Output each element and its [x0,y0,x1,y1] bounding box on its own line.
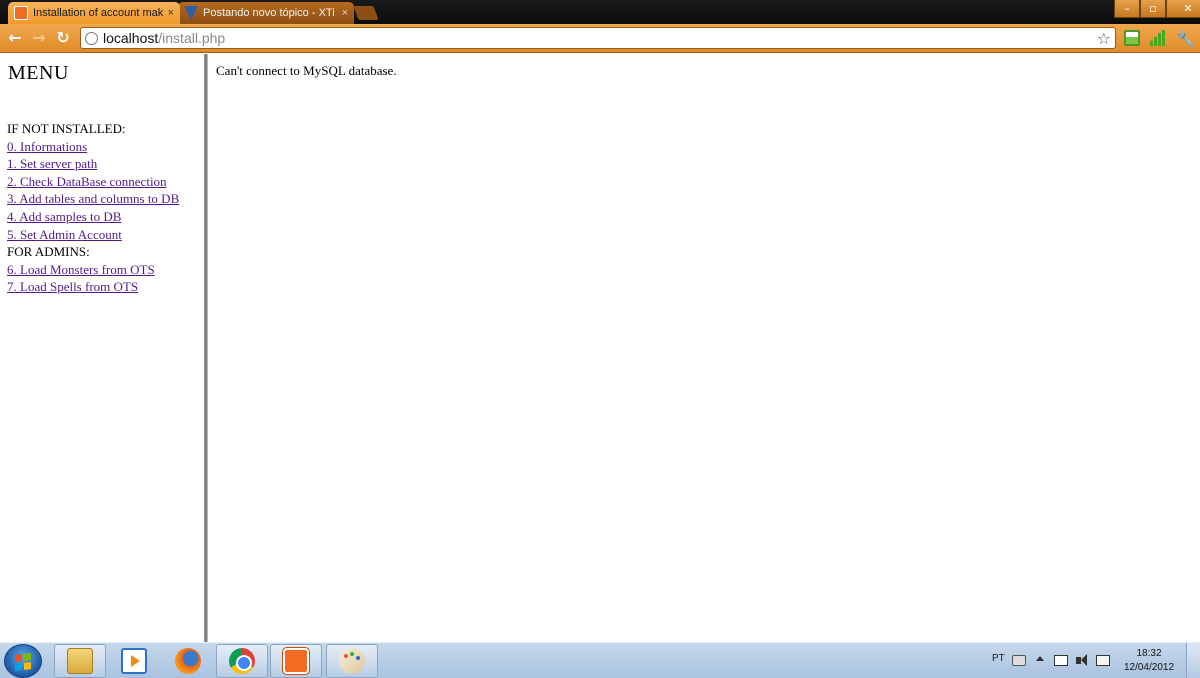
menu-frame: MENU IF NOT INSTALLED: 0. Informations 1… [0,54,204,642]
clock-time: 18:32 [1136,648,1162,659]
taskbar-firefox[interactable] [162,644,214,678]
maximize-button[interactable]: ▫ [1140,0,1166,18]
taskbar-media-player[interactable] [108,644,160,678]
section-heading-admins: FOR ADMINS: [7,244,90,260]
menu-link-load-spells[interactable]: 7. Load Spells from OTS [7,278,179,296]
volume-icon[interactable] [1076,654,1090,666]
action-center-flag-icon[interactable] [1054,655,1068,666]
content-frame: Can't connect to MySQL database. [208,54,1200,642]
chrome-icon [229,648,255,674]
xampp-icon [282,647,310,675]
xtibia-icon [184,6,198,20]
window-controls: – ▫ ✕ [1114,0,1200,18]
menu-link-check-db-connection[interactable]: 2. Check DataBase connection [7,173,179,191]
browser-toolbar: ← → ↻ localhost /install.php ☆ 🔧 [0,24,1200,53]
back-button[interactable]: ← [6,29,24,47]
media-player-icon [121,648,147,674]
url-path: /install.php [158,30,226,46]
new-tab-button[interactable] [353,6,379,20]
tab-title: Installation of account mak [33,7,164,19]
show-hidden-icons-icon[interactable] [1036,656,1044,661]
forward-button[interactable]: → [30,29,48,47]
tab-title: Postando novo tópico - XTi [203,7,335,19]
show-desktop-button[interactable] [1186,643,1200,678]
windows-logo-icon [15,653,31,671]
clock-date: 12/04/2012 [1123,662,1175,673]
taskbar-xampp[interactable] [270,644,322,678]
error-message: Can't connect to MySQL database. [216,63,397,78]
taskbar-paint[interactable] [326,644,378,678]
menu-title: MENU [8,62,69,84]
taskbar-explorer[interactable] [54,644,106,678]
explorer-icon [67,648,93,674]
reload-button[interactable]: ↻ [54,29,72,47]
menu-link-informations[interactable]: 0. Informations [7,138,179,156]
paint-icon [339,648,365,674]
keyboard-icon[interactable] [1012,655,1026,666]
menu-link-set-admin-account[interactable]: 5. Set Admin Account [7,226,179,244]
tab-close-icon[interactable]: × [342,7,348,19]
tab-postando[interactable]: Postando novo tópico - XTi × [178,2,354,24]
menu-link-add-samples[interactable]: 4. Add samples to DB [7,208,179,226]
tab-installation[interactable]: Installation of account mak × [8,2,180,24]
start-button[interactable] [4,644,42,678]
menu-link-load-monsters[interactable]: 6. Load Monsters from OTS [7,261,179,279]
address-bar[interactable]: localhost /install.php ☆ [80,27,1116,49]
wrench-menu-icon[interactable]: 🔧 [1176,30,1195,48]
menu-link-add-tables[interactable]: 3. Add tables and columns to DB [7,190,179,208]
page-icon [85,31,98,45]
url-host: localhost [103,30,159,46]
taskbar: PT 18:32 12/04/2012 [0,642,1200,678]
minimize-button[interactable]: – [1114,0,1140,18]
tab-close-icon[interactable]: × [168,7,174,19]
signal-extension-icon[interactable] [1150,30,1166,46]
clock[interactable]: 18:32 12/04/2012 [1118,647,1180,675]
network-icon[interactable] [1096,655,1110,666]
firefox-icon [175,648,201,674]
close-window-button[interactable]: ✕ [1166,0,1200,18]
language-indicator[interactable]: PT [992,653,1005,678]
bookmark-star-icon[interactable]: ☆ [1097,29,1111,48]
tab-strip: Installation of account mak × Postando n… [0,0,1200,24]
menu-link-set-server-path[interactable]: 1. Set server path [7,155,179,173]
taskbar-chrome[interactable] [216,644,268,678]
menu-list: IF NOT INSTALLED: 0. Informations 1. Set… [7,120,179,296]
battery-extension-icon[interactable] [1124,30,1140,46]
section-heading-not-installed: IF NOT INSTALLED: [7,121,126,136]
xampp-icon [14,6,28,20]
